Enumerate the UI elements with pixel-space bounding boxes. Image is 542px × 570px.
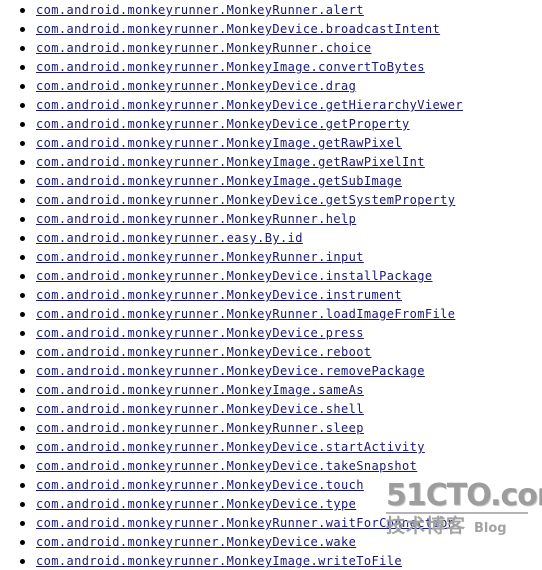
bullet-icon xyxy=(20,387,25,393)
list-item: com.android.monkeyrunner.MonkeyRunner.in… xyxy=(0,247,463,266)
list-item: com.android.monkeyrunner.MonkeyDevice.re… xyxy=(0,342,463,361)
api-link[interactable]: com.android.monkeyrunner.MonkeyImage.sam… xyxy=(36,382,364,398)
api-link[interactable]: com.android.monkeyrunner.MonkeyDevice.ge… xyxy=(36,192,455,208)
api-link[interactable]: com.android.monkeyrunner.MonkeyDevice.sh… xyxy=(36,401,364,417)
list-item: com.android.monkeyrunner.MonkeyRunner.sl… xyxy=(0,418,463,437)
bullet-icon xyxy=(20,216,25,222)
api-link[interactable]: com.android.monkeyrunner.MonkeyDevice.re… xyxy=(36,363,425,379)
list-item: com.android.monkeyrunner.MonkeyDevice.br… xyxy=(0,19,463,38)
list-item: com.android.monkeyrunner.MonkeyDevice.ge… xyxy=(0,190,463,209)
list-item: com.android.monkeyrunner.MonkeyDevice.ty… xyxy=(0,494,463,513)
bullet-icon xyxy=(20,26,25,32)
bullet-icon xyxy=(20,558,25,564)
list-item: com.android.monkeyrunner.MonkeyDevice.sh… xyxy=(0,399,463,418)
api-link[interactable]: com.android.monkeyrunner.MonkeyRunner.lo… xyxy=(36,306,455,322)
api-link[interactable]: com.android.monkeyrunner.MonkeyDevice.in… xyxy=(36,287,402,303)
bullet-icon xyxy=(20,520,25,526)
api-link[interactable]: com.android.monkeyrunner.MonkeyDevice.wa… xyxy=(36,534,356,550)
bullet-icon xyxy=(20,330,25,336)
api-link[interactable]: com.android.monkeyrunner.MonkeyImage.con… xyxy=(36,59,425,75)
bullet-icon xyxy=(20,159,25,165)
api-link[interactable]: com.android.monkeyrunner.MonkeyImage.get… xyxy=(36,154,425,170)
api-link[interactable]: com.android.monkeyrunner.MonkeyRunner.al… xyxy=(36,2,364,18)
list-item: com.android.monkeyrunner.MonkeyImage.get… xyxy=(0,133,463,152)
api-link[interactable]: com.android.monkeyrunner.MonkeyRunner.sl… xyxy=(36,420,364,436)
bullet-icon xyxy=(20,254,25,260)
list-item: com.android.monkeyrunner.MonkeyDevice.ta… xyxy=(0,456,463,475)
list-item: com.android.monkeyrunner.MonkeyDevice.pr… xyxy=(0,323,463,342)
api-link[interactable]: com.android.monkeyrunner.MonkeyRunner.ch… xyxy=(36,40,371,56)
bullet-icon xyxy=(20,539,25,545)
list-item: com.android.monkeyrunner.MonkeyDevice.re… xyxy=(0,361,463,380)
api-link[interactable]: com.android.monkeyrunner.MonkeyDevice.pr… xyxy=(36,325,364,341)
api-link-list: com.android.monkeyrunner.MonkeyRunner.al… xyxy=(0,0,463,570)
api-link[interactable]: com.android.monkeyrunner.MonkeyDevice.to… xyxy=(36,477,364,493)
list-item: com.android.monkeyrunner.MonkeyRunner.ch… xyxy=(0,38,463,57)
api-link[interactable]: com.android.monkeyrunner.MonkeyDevice.ge… xyxy=(36,97,463,113)
api-link[interactable]: com.android.monkeyrunner.MonkeyDevice.st… xyxy=(36,439,425,455)
bullet-icon xyxy=(20,197,25,203)
bullet-icon xyxy=(20,463,25,469)
list-item: com.android.monkeyrunner.MonkeyDevice.wa… xyxy=(0,532,463,551)
api-link[interactable]: com.android.monkeyrunner.MonkeyImage.wri… xyxy=(36,553,402,569)
bullet-icon xyxy=(20,425,25,431)
bullet-icon xyxy=(20,311,25,317)
bullet-icon xyxy=(20,501,25,507)
bullet-icon xyxy=(20,102,25,108)
list-item: com.android.monkeyrunner.MonkeyDevice.dr… xyxy=(0,76,463,95)
bullet-icon xyxy=(20,349,25,355)
list-item: com.android.monkeyrunner.MonkeyRunner.al… xyxy=(0,0,463,19)
api-link[interactable]: com.android.monkeyrunner.MonkeyDevice.dr… xyxy=(36,78,356,94)
bullet-icon xyxy=(20,482,25,488)
list-item: com.android.monkeyrunner.MonkeyRunner.he… xyxy=(0,209,463,228)
list-item: com.android.monkeyrunner.MonkeyDevice.in… xyxy=(0,266,463,285)
api-link[interactable]: com.android.monkeyrunner.MonkeyDevice.ta… xyxy=(36,458,417,474)
bullet-icon xyxy=(20,140,25,146)
list-item: com.android.monkeyrunner.MonkeyImage.con… xyxy=(0,57,463,76)
bullet-icon xyxy=(20,368,25,374)
list-item: com.android.monkeyrunner.MonkeyDevice.ge… xyxy=(0,114,463,133)
list-item: com.android.monkeyrunner.MonkeyRunner.lo… xyxy=(0,304,463,323)
bullet-icon xyxy=(20,45,25,51)
api-link[interactable]: com.android.monkeyrunner.MonkeyImage.get… xyxy=(36,135,402,151)
list-item: com.android.monkeyrunner.MonkeyImage.sam… xyxy=(0,380,463,399)
list-item: com.android.monkeyrunner.MonkeyImage.get… xyxy=(0,171,463,190)
bullet-icon xyxy=(20,7,25,13)
list-item: com.android.monkeyrunner.MonkeyDevice.in… xyxy=(0,285,463,304)
api-link[interactable]: com.android.monkeyrunner.easy.By.id xyxy=(36,230,303,246)
list-item: com.android.monkeyrunner.MonkeyImage.get… xyxy=(0,152,463,171)
list-item: com.android.monkeyrunner.easy.By.id xyxy=(0,228,463,247)
api-link[interactable]: com.android.monkeyrunner.MonkeyRunner.wa… xyxy=(36,515,455,531)
api-link[interactable]: com.android.monkeyrunner.MonkeyRunner.in… xyxy=(36,249,364,265)
list-item: com.android.monkeyrunner.MonkeyImage.wri… xyxy=(0,551,463,570)
bullet-icon xyxy=(20,292,25,298)
list-item: com.android.monkeyrunner.MonkeyDevice.ge… xyxy=(0,95,463,114)
bullet-icon xyxy=(20,178,25,184)
watermark-subtitle-en: Blog xyxy=(474,521,507,536)
bullet-icon xyxy=(20,444,25,450)
api-link[interactable]: com.android.monkeyrunner.MonkeyImage.get… xyxy=(36,173,402,189)
list-item: com.android.monkeyrunner.MonkeyDevice.st… xyxy=(0,437,463,456)
bullet-icon xyxy=(20,83,25,89)
bullet-icon xyxy=(20,273,25,279)
api-link[interactable]: com.android.monkeyrunner.MonkeyDevice.re… xyxy=(36,344,371,360)
api-link[interactable]: com.android.monkeyrunner.MonkeyDevice.br… xyxy=(36,21,440,37)
bullet-icon xyxy=(20,121,25,127)
bullet-icon xyxy=(20,235,25,241)
api-link[interactable]: com.android.monkeyrunner.MonkeyRunner.he… xyxy=(36,211,356,227)
api-link[interactable]: com.android.monkeyrunner.MonkeyDevice.ge… xyxy=(36,116,410,132)
api-link[interactable]: com.android.monkeyrunner.MonkeyDevice.in… xyxy=(36,268,432,284)
bullet-icon xyxy=(20,406,25,412)
list-item: com.android.monkeyrunner.MonkeyDevice.to… xyxy=(0,475,463,494)
api-link[interactable]: com.android.monkeyrunner.MonkeyDevice.ty… xyxy=(36,496,356,512)
list-item: com.android.monkeyrunner.MonkeyRunner.wa… xyxy=(0,513,463,532)
bullet-icon xyxy=(20,64,25,70)
